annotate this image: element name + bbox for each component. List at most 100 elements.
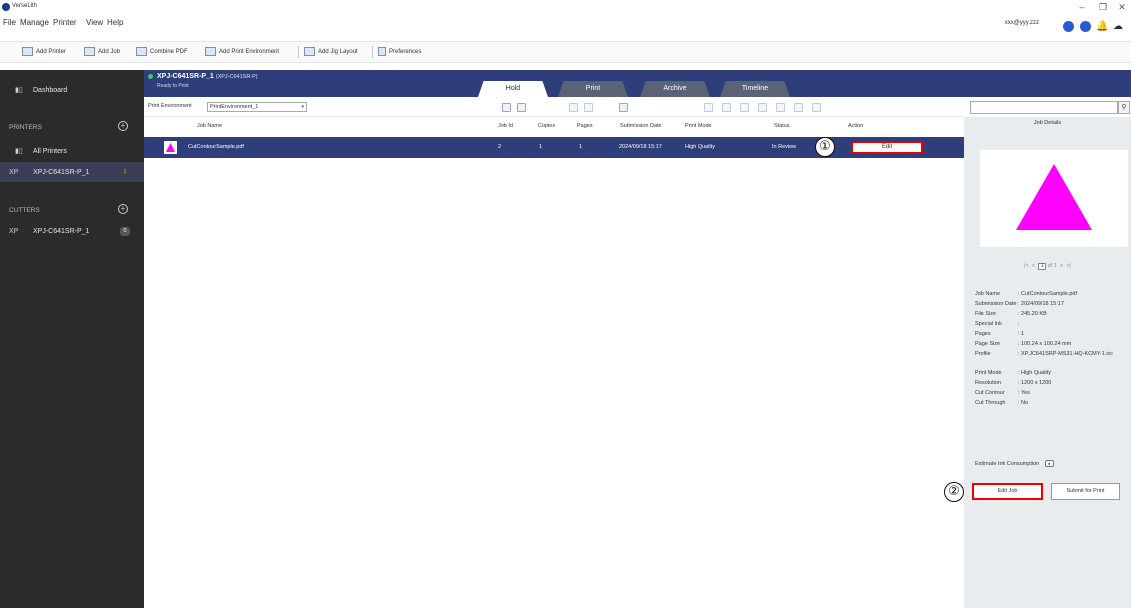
sidebar-item-printer[interactable]: XP XPJ-C641SR-P_1 1 — [0, 162, 144, 182]
last-page-button[interactable]: >| — [1066, 263, 1071, 269]
detail-key: File Size — [975, 311, 997, 317]
tab-print[interactable]: Print — [558, 81, 628, 97]
add-print-environment-label: Add Print Environment — [219, 48, 280, 55]
print-mode-cell: High Quality — [685, 144, 715, 150]
callout-2: ② — [944, 482, 964, 502]
col-pages[interactable]: Pages — [577, 123, 593, 129]
close-button[interactable]: ✕ — [1115, 2, 1129, 13]
app-logo-icon — [2, 3, 10, 11]
menu-view[interactable]: View — [86, 18, 103, 27]
page-number-input[interactable]: 1 — [1038, 263, 1047, 270]
detail-row: Profile: XP.JC641SRP-MS31-HQ-KCMY-1.icc — [975, 351, 1130, 370]
sidebar-item-label: XPJ-C641SR-P_1 — [33, 168, 90, 176]
detail-value: : 245.20 KB — [1018, 311, 1047, 317]
sidebar-item-cutter[interactable]: XP XPJ-C641SR-P_1 0 — [0, 221, 144, 241]
job-details-table: Job Name: CutContourSample.pdf Submissio… — [975, 291, 1130, 410]
menu-printer[interactable]: Printer — [53, 18, 77, 27]
tab-timeline[interactable]: Timeline — [720, 81, 790, 97]
app-title: VerseLith — [12, 3, 38, 9]
add-printer-button[interactable]: Add Printer — [22, 47, 66, 56]
add-jig-layout-button[interactable]: Add Jig Layout — [304, 47, 358, 56]
add-cutter-plus-icon[interactable]: + — [118, 204, 128, 214]
sliders-icon — [378, 47, 386, 56]
page-count: of 1 — [1047, 263, 1057, 269]
col-status[interactable]: Status — [774, 123, 790, 129]
preferences-button[interactable]: Preferences — [378, 47, 421, 56]
printer-action-icon[interactable] — [722, 103, 731, 112]
search-icon[interactable]: ⚲ — [1118, 101, 1130, 114]
estimate-label: Estimate Ink Consumption — [975, 460, 1040, 467]
combine-pdf-button[interactable]: Combine PDF — [136, 47, 188, 56]
document-icon[interactable] — [740, 103, 749, 112]
estimate-button[interactable]: ● — [1044, 460, 1054, 467]
print-environment-label: Print Environment — [148, 103, 192, 109]
image-icon[interactable] — [758, 103, 767, 112]
add-job-label: Add Job — [98, 48, 121, 55]
account-icon[interactable] — [1063, 21, 1074, 32]
copies-cell: 1 — [539, 144, 543, 150]
bell-icon[interactable]: 🔔 — [1096, 21, 1108, 32]
add-printer-plus-icon[interactable]: + — [118, 121, 128, 131]
edit-job-button[interactable]: Edit Job — [972, 483, 1043, 500]
col-copies[interactable]: Copies — [538, 123, 555, 129]
print-environment-select[interactable]: PrintEnvironment_1 ▾ — [207, 102, 307, 112]
triangle-preview-icon — [1016, 164, 1092, 230]
menu-help[interactable]: Help — [107, 18, 123, 27]
sidebar-item-dashboard[interactable]: ▮▯ Dashboard — [0, 80, 144, 100]
tab-hold[interactable]: Hold — [478, 81, 548, 97]
detail-value: : — [1018, 321, 1020, 327]
col-job-id[interactable]: Job Id — [498, 123, 513, 129]
col-action[interactable]: Action — [848, 123, 863, 129]
copy-icon[interactable] — [517, 103, 526, 112]
submit-for-print-button[interactable]: Submit for Print — [1051, 483, 1120, 500]
clock-icon[interactable] — [794, 103, 803, 112]
detail-key: Profile — [975, 351, 991, 357]
environment-bar: Print Environment PrintEnvironment_1 ▾ — [144, 97, 964, 117]
tag-icon[interactable] — [569, 103, 578, 112]
edit-button[interactable]: Edit — [851, 141, 923, 154]
next-page-button[interactable]: > — [1060, 263, 1063, 269]
printer-prefix: XP — [9, 168, 19, 176]
col-print-mode[interactable]: Print Mode — [685, 123, 712, 129]
add-print-environment-button[interactable]: Add Print Environment — [205, 47, 279, 56]
tab-archive[interactable]: Archive — [640, 81, 710, 97]
menu-bar: File Manage Printer View Help xxx@yyy.zz… — [0, 16, 1131, 32]
col-job-name[interactable]: Job Name — [197, 123, 222, 129]
menu-file[interactable]: File — [3, 18, 16, 27]
trash-icon[interactable] — [704, 103, 713, 112]
preview-pager: |< < 1 of 1 > >| — [964, 263, 1131, 270]
detail-key: Print Mode — [975, 370, 1002, 376]
detail-key: Job Name — [975, 291, 1001, 297]
pencil-icon[interactable] — [584, 103, 593, 112]
cutter-prefix: XP — [9, 227, 19, 235]
table-row[interactable]: CutContourSample.pdf 2 1 1 2024/09/18 15… — [144, 137, 964, 158]
lock-icon[interactable] — [812, 103, 821, 112]
save-icon[interactable] — [502, 103, 511, 112]
layout-icon[interactable] — [619, 103, 628, 112]
minimize-button[interactable]: – — [1075, 2, 1089, 12]
sidebar-item-all-printers[interactable]: ▮▯ All Printers — [0, 141, 144, 161]
chevron-down-icon: ▾ — [301, 104, 304, 110]
toolbar-divider — [372, 46, 373, 58]
first-page-button[interactable]: |< — [1024, 263, 1029, 269]
triangle-icon — [166, 143, 175, 152]
prev-page-button[interactable]: < — [1032, 263, 1035, 269]
printers-section-title: PRINTERS — [9, 124, 42, 131]
add-job-button[interactable]: Add Job — [84, 47, 120, 56]
job-id-cell: 2 — [498, 144, 502, 150]
detail-row: Resolution: 1200 x 1200 — [975, 380, 1130, 390]
submission-date-cell: 2024/09/18 15:17 — [619, 144, 662, 150]
settings-icon[interactable] — [1080, 21, 1091, 32]
menu-manage[interactable]: Manage — [20, 18, 49, 27]
search-input[interactable] — [970, 101, 1118, 114]
detail-value: : No — [1018, 400, 1029, 406]
col-submission-date[interactable]: Submission Date — [620, 123, 662, 129]
maximize-button[interactable]: ❐ — [1096, 2, 1110, 13]
pages-cell: 1 — [579, 144, 583, 150]
pdf-icon — [136, 47, 147, 56]
export-icon[interactable] — [776, 103, 785, 112]
toolbar: Add Printer Add Job Combine PDF Add Prin… — [0, 41, 1131, 63]
cloud-icon[interactable]: ☁ — [1113, 21, 1123, 32]
detail-row: Page Size: 100.24 x 100.24 mm — [975, 341, 1130, 351]
add-jig-layout-label: Add Jig Layout — [318, 48, 358, 55]
